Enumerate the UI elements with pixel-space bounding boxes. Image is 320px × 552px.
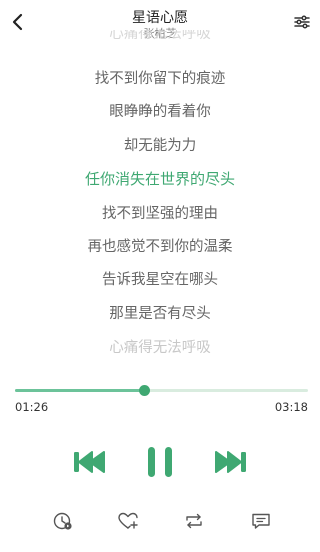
elapsed-time: 01:26: [15, 400, 49, 414]
sleep-timer-button[interactable]: [52, 510, 74, 532]
progress-bar[interactable]: [15, 384, 308, 396]
previous-button[interactable]: [70, 440, 110, 484]
current-lyric-line: 任你消失在世界的尽头: [84, 170, 235, 188]
lyric-line: 心痛得无法呼吸: [109, 340, 211, 356]
total-time: 03:18: [274, 400, 308, 414]
repeat-icon: [186, 513, 202, 529]
lyric-line: 却无能为力: [123, 138, 197, 154]
skip-next-icon: [215, 451, 246, 473]
comment-icon: [252, 513, 270, 529]
pause-button[interactable]: [142, 440, 178, 484]
lyric-line: 找不到坚强的理由: [102, 206, 218, 222]
repeat-button[interactable]: [183, 510, 205, 532]
lyric-line: 眼睁睁的看着你: [109, 104, 211, 120]
lyric-line: 告诉我星空在哪头: [102, 272, 218, 288]
next-button[interactable]: [210, 440, 250, 484]
favorite-button[interactable]: [117, 510, 139, 532]
lyrics-panel[interactable]: 心痛得无法呼吸 找不到你留下的痕迹 眼睁睁的看着你 却无能为力 任你消失在世界的尽头 找不…: [0, 30, 320, 360]
skip-previous-icon: [74, 451, 105, 473]
lyric-line: 那里是否有尽头: [109, 306, 211, 322]
clock-icon: [53, 512, 72, 530]
pause-icon: [148, 447, 172, 477]
comments-button[interactable]: [250, 510, 272, 532]
playback-controls: [0, 440, 320, 484]
lyric-line: 再也感觉不到你的温柔: [87, 239, 233, 255]
bottom-actions: [0, 510, 320, 534]
lyric-line: 找不到你留下的痕迹: [94, 71, 226, 87]
heart-plus-icon: [118, 512, 138, 529]
progress-knob[interactable]: [138, 385, 150, 396]
progress-fill: [15, 389, 144, 392]
song-title: 星语心愿: [132, 10, 188, 26]
lyric-line: 心痛得无法呼吸: [109, 30, 211, 42]
